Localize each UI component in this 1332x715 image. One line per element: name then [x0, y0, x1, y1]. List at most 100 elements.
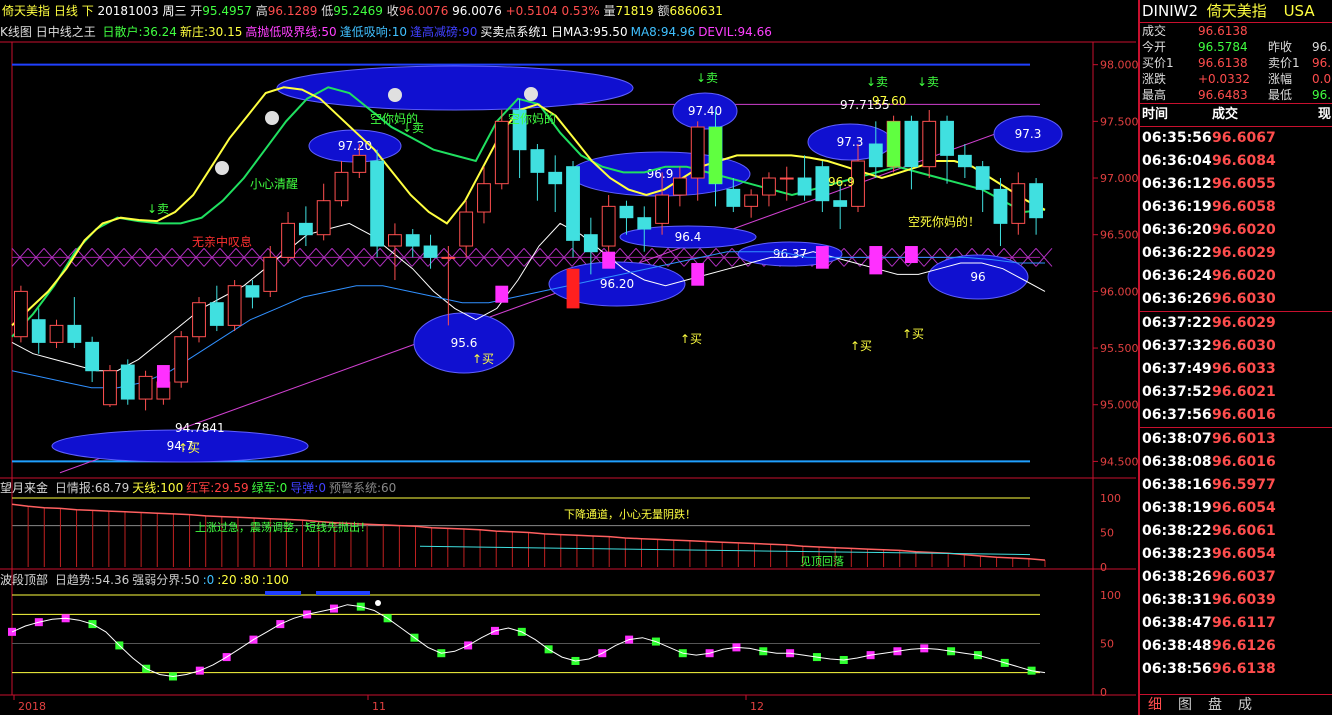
- candle-body[interactable]: [993, 188, 1008, 224]
- tick-row[interactable]: 06:37:56 96.6016: [1140, 404, 1332, 427]
- tick-row[interactable]: 06:36:04 96.6084: [1140, 150, 1332, 173]
- ticks-list[interactable]: 06:35:56 96.6067 06:36:04 96.6084 06:36:12 96…: [1140, 126, 1332, 681]
- candle-body[interactable]: [192, 302, 206, 338]
- tick-row[interactable]: 06:36:19 96.6058: [1140, 196, 1332, 219]
- candle-body[interactable]: [316, 200, 331, 236]
- candle-body[interactable]: [744, 194, 759, 207]
- candle-body[interactable]: [352, 154, 367, 173]
- candle-body[interactable]: [174, 336, 189, 383]
- candle-body[interactable]: [281, 222, 295, 258]
- candle-body[interactable]: [797, 177, 812, 196]
- candle-body[interactable]: [405, 234, 420, 247]
- candle-body[interactable]: [209, 302, 224, 326]
- tab-trades[interactable]: 成: [1230, 695, 1260, 715]
- candle-body[interactable]: [388, 234, 402, 247]
- candle-body[interactable]: [548, 171, 563, 185]
- candle-body[interactable]: [762, 177, 776, 196]
- candle-body[interactable]: [957, 154, 972, 168]
- high-value-label-2: 97.60: [872, 94, 906, 108]
- tick-row[interactable]: 06:37:22 96.6029: [1140, 311, 1332, 335]
- tick-time: 06:37:56: [1142, 407, 1212, 423]
- tab-book[interactable]: 盘: [1200, 695, 1230, 715]
- panel2-title[interactable]: 望月来金: [0, 481, 48, 495]
- candle-body[interactable]: [655, 194, 669, 224]
- candle-body[interactable]: [138, 375, 153, 400]
- candle-body[interactable]: [13, 290, 28, 338]
- indicator-prefix: K线图: [0, 25, 32, 39]
- candle-body[interactable]: [726, 188, 741, 207]
- kline-chart-area[interactable]: 98.0000 97.5000 97.0000 96.5000 96.0000 95.50…: [0, 0, 1138, 715]
- candle-body[interactable]: [459, 211, 474, 247]
- candle-body[interactable]: [85, 341, 100, 372]
- panel3-title[interactable]: 波段顶部: [0, 573, 48, 587]
- candle-body[interactable]: [868, 143, 883, 168]
- tab-detail[interactable]: 细: [1140, 695, 1170, 715]
- candle-body[interactable]: [1011, 183, 1026, 224]
- candle-body[interactable]: [31, 319, 46, 343]
- candle-body[interactable]: [637, 217, 652, 230]
- tick-row[interactable]: 06:38:22 96.6061: [1140, 520, 1332, 543]
- candle-body[interactable]: [833, 200, 848, 207]
- tick-price: 96.6138: [1212, 661, 1276, 677]
- tick-row[interactable]: 06:38:56 96.6138: [1140, 658, 1332, 681]
- candle-body[interactable]: [940, 120, 954, 156]
- price-tick-label: 97.0000: [1100, 172, 1138, 185]
- tick-row[interactable]: 06:38:16 96.5977: [1140, 474, 1332, 497]
- candle-body[interactable]: [227, 285, 242, 326]
- tick-row[interactable]: 06:36:26 96.6030: [1140, 288, 1332, 311]
- candle-body[interactable]: [334, 171, 349, 202]
- candle-body[interactable]: [530, 149, 545, 173]
- tick-row[interactable]: 06:37:52 96.6021: [1140, 381, 1332, 404]
- candle-body[interactable]: [566, 166, 580, 241]
- candle-body[interactable]: [904, 120, 919, 168]
- candle-body[interactable]: [619, 205, 634, 219]
- candle-body[interactable]: [67, 324, 82, 343]
- chart-canvas[interactable]: 98.0000 97.5000 97.0000 96.5000 96.0000 95.50…: [0, 0, 1138, 715]
- candle-body[interactable]: [263, 256, 278, 292]
- candle-body[interactable]: [477, 183, 491, 213]
- candle-body[interactable]: [120, 364, 135, 400]
- tick-row[interactable]: 06:36:12 96.6055: [1140, 173, 1332, 196]
- candle-body[interactable]: [49, 324, 64, 343]
- candle-body[interactable]: [103, 370, 117, 406]
- panel3-indicator-bar: 波段顶部 日趋势:54.36 强弱分界:50:0:20:80:100: [0, 573, 289, 587]
- ellipse-label: 97.3: [1015, 127, 1042, 141]
- tick-row[interactable]: 06:37:49 96.6033: [1140, 358, 1332, 381]
- tick-row[interactable]: 06:38:08 96.6016: [1140, 451, 1332, 474]
- quote-label: 最低: [1268, 88, 1293, 102]
- ticks-col-extra: 现: [1318, 107, 1332, 122]
- tick-row[interactable]: 06:37:32 96.6030: [1140, 335, 1332, 358]
- tick-row[interactable]: 06:38:31 96.6039: [1140, 589, 1332, 612]
- candle-body[interactable]: [672, 177, 687, 196]
- candle-body[interactable]: [298, 222, 313, 236]
- candle-body[interactable]: [601, 205, 616, 247]
- tick-row[interactable]: 06:36:24 96.6020: [1140, 265, 1332, 288]
- candle-body[interactable]: [1029, 183, 1044, 219]
- tab-chart[interactable]: 图: [1170, 695, 1200, 715]
- quote-value: 96.6: [1312, 56, 1332, 70]
- candle-body[interactable]: [441, 256, 456, 259]
- tick-row[interactable]: 06:36:22 96.6029: [1140, 242, 1332, 265]
- indicator-system[interactable]: 日中线之王: [36, 25, 96, 39]
- tick-row[interactable]: 06:38:07 96.6013: [1140, 427, 1332, 451]
- tick-row[interactable]: 06:38:19 96.6054: [1140, 497, 1332, 520]
- candle-body[interactable]: [370, 160, 385, 247]
- candle-body[interactable]: [779, 177, 794, 180]
- candle-body[interactable]: [245, 285, 260, 298]
- candle-body[interactable]: [423, 245, 438, 258]
- tick-price: 96.6054: [1212, 500, 1276, 516]
- candle-body[interactable]: [690, 126, 705, 179]
- candle-body[interactable]: [922, 120, 937, 168]
- tick-row[interactable]: 06:36:20 96.6020: [1140, 219, 1332, 242]
- tick-row[interactable]: 06:38:47 96.6117: [1140, 612, 1332, 635]
- candle-body[interactable]: [975, 166, 990, 190]
- tick-row[interactable]: 06:35:56 96.6067: [1140, 126, 1332, 150]
- candle-body[interactable]: [815, 166, 830, 202]
- tick-row[interactable]: 06:38:23 96.6054: [1140, 543, 1332, 566]
- candle-body[interactable]: [583, 234, 598, 253]
- tick-row[interactable]: 06:38:48 96.6126: [1140, 635, 1332, 658]
- candle-body[interactable]: [494, 120, 509, 185]
- quote-row: 成交 96.6138: [1140, 23, 1332, 39]
- tick-row[interactable]: 06:38:26 96.6037: [1140, 566, 1332, 589]
- low-label: 低: [321, 4, 334, 18]
